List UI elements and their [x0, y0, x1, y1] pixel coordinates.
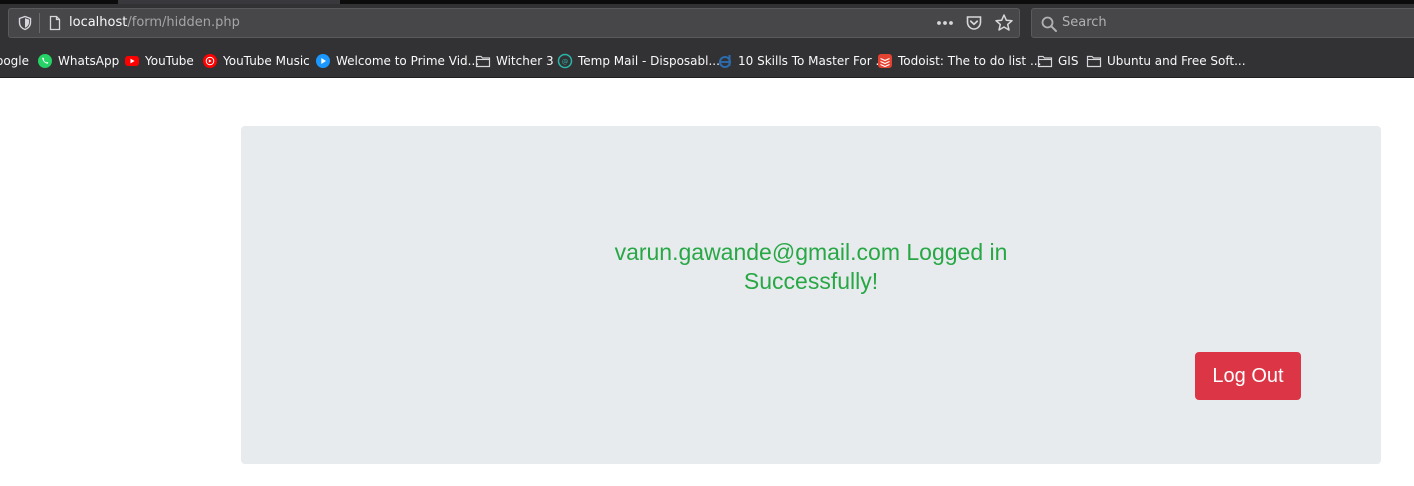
youtube-icon — [125, 56, 139, 66]
bookmark-youtube[interactable]: YouTube — [124, 52, 194, 70]
login-success-message: varun.gawande@gmail.com Logged in Succes… — [241, 238, 1381, 296]
address-bar[interactable]: localhost/form/hidden.php — [8, 8, 1020, 38]
bookmark-label: Ubuntu and Free Soft... — [1107, 54, 1246, 68]
svg-text:@: @ — [562, 58, 569, 66]
bookmark-star-icon[interactable] — [994, 13, 1014, 33]
search-placeholder: Search — [1062, 15, 1107, 30]
bookmark-label: YouTube — [145, 54, 194, 68]
url-text[interactable]: localhost/form/hidden.php — [69, 15, 240, 31]
folder-icon — [475, 55, 491, 68]
site-icon — [719, 55, 731, 68]
url-host: localhost — [69, 15, 128, 30]
bookmark-folder-ubuntu[interactable]: Ubuntu and Free Soft... — [1086, 52, 1246, 70]
bookmark-whatsapp[interactable]: WhatsApp — [37, 52, 119, 70]
bookmark-label: WhatsApp — [58, 54, 120, 68]
todoist-icon — [878, 54, 892, 68]
temp-mail-icon: @ — [557, 53, 573, 69]
address-bar-separator — [39, 13, 40, 33]
bookmark-youtube-music[interactable]: YouTube Music — [202, 52, 310, 70]
bookmark-label: Temp Mail - Disposabl... — [578, 54, 720, 68]
bookmark-prime-video[interactable]: Welcome to Prime Vid... — [315, 52, 479, 70]
bookmark-label: GIS — [1058, 54, 1079, 68]
youtube-music-icon — [203, 54, 217, 68]
bookmark-google[interactable]: oogle — [0, 52, 29, 70]
bookmark-label: Witcher 3 — [496, 54, 554, 68]
bookmarks-toolbar: oogle WhatsApp YouTube YouTube Music Wel… — [0, 42, 1414, 78]
bookmark-label: oogle — [0, 54, 30, 68]
navigation-toolbar: localhost/form/hidden.php Search — [0, 4, 1414, 42]
login-success-panel: varun.gawande@gmail.com Logged in Succes… — [241, 126, 1381, 464]
whatsapp-icon — [38, 54, 52, 68]
bookmark-label: Welcome to Prime Vid... — [336, 54, 480, 68]
page-info-icon[interactable] — [47, 15, 63, 31]
search-icon — [1041, 16, 1057, 32]
bookmark-label: 10 Skills To Master For ... — [738, 54, 887, 68]
bookmark-10-skills[interactable]: 10 Skills To Master For ... — [717, 52, 887, 70]
folder-icon — [1086, 55, 1102, 68]
bookmark-todoist[interactable]: Todoist: The to do list ... — [877, 52, 1041, 70]
login-success-line-1: varun.gawande@gmail.com Logged in — [614, 239, 1008, 265]
prime-video-icon — [316, 54, 330, 68]
bookmark-temp-mail[interactable]: @ Temp Mail - Disposabl... — [557, 52, 720, 70]
bookmark-folder-gis[interactable]: GIS — [1037, 52, 1078, 70]
bookmark-label: Todoist: The to do list ... — [898, 54, 1042, 68]
folder-icon — [1037, 55, 1053, 68]
tracking-protection-shield-icon[interactable] — [17, 15, 33, 31]
url-path: /form/hidden.php — [127, 15, 240, 30]
bookmark-label: YouTube Music — [223, 54, 310, 68]
login-success-line-2: Successfully! — [743, 268, 879, 294]
bookmark-folder-witcher[interactable]: Witcher 3 — [475, 52, 554, 70]
page-actions-dots-icon[interactable] — [935, 14, 955, 32]
pocket-icon[interactable] — [965, 14, 983, 32]
search-bar[interactable]: Search — [1031, 8, 1414, 38]
logout-button[interactable]: Log Out — [1195, 352, 1301, 400]
